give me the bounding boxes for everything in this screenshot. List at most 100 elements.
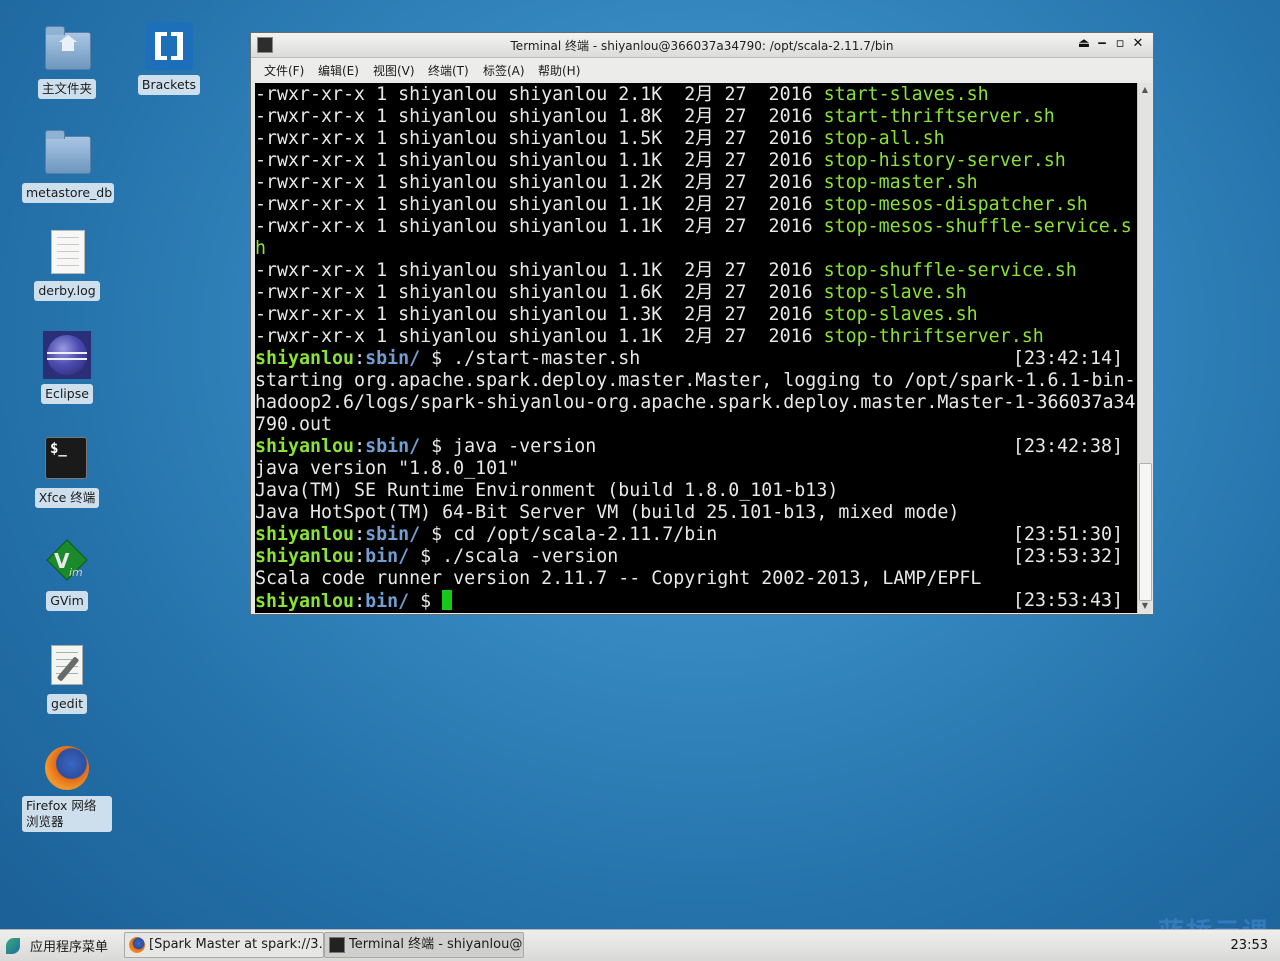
folder-icon <box>43 130 91 178</box>
gedit-icon <box>43 641 91 689</box>
menu-bar: 文件(F) 编辑(E) 视图(V) 终端(T) 标签(A) 帮助(H) <box>251 58 1153 80</box>
menu-edit[interactable]: 编辑(E) <box>318 62 359 79</box>
file-name: stop-slaves.sh <box>823 304 978 325</box>
output-line: hadoop2.6/logs/spark-shiyanlou-org.apach… <box>255 392 1136 413</box>
svg-text:V: V <box>54 549 70 573</box>
file-name: stop-master.sh <box>823 172 978 193</box>
close-button[interactable]: ✕ <box>1131 37 1145 51</box>
file-line: -rwxr-xr-x 1 shiyanlou shiyanlou 1.1K 2月… <box>255 216 1132 237</box>
file-line: h <box>255 238 266 260</box>
menu-terminal[interactable]: 终端(T) <box>428 62 469 79</box>
desktop-icon-metastore[interactable]: metastore_db <box>22 130 114 203</box>
file-name: stop-mesos-dispatcher.sh <box>823 194 1088 215</box>
output-line: Java HotSpot(TM) 64-Bit Server VM (build… <box>255 502 960 523</box>
prompt-user: shiyanlou <box>255 546 355 567</box>
menu-help[interactable]: 帮助(H) <box>538 62 580 79</box>
desktop-icon-label: 主文件夹 <box>37 79 96 99</box>
desktop-icon-derby-log[interactable]: derby.log <box>22 228 112 301</box>
window-titlebar[interactable]: Terminal 终端 - shiyanlou@366037a34790: /o… <box>251 33 1153 58</box>
desktop-icon-home[interactable]: 主文件夹 <box>22 26 112 99</box>
timestamp: [23:53:32] <box>1012 546 1123 567</box>
desktop-icon-gvim[interactable]: Vim GVim <box>22 538 112 611</box>
firefox-icon <box>129 937 145 953</box>
file-name: stop-slave.sh <box>823 282 967 303</box>
taskbar: 应用程序菜单 [Spark Master at spark://3… Termi… <box>0 929 1280 961</box>
prompt-user: shiyanlou <box>255 524 355 545</box>
maximize-button[interactable]: ▫ <box>1113 37 1127 51</box>
task-label: Terminal 终端 - shiyanlou@… <box>349 937 524 952</box>
file-name: h <box>255 238 267 259</box>
desktop-icon-label: gedit <box>47 694 87 714</box>
prompt-dir: sbin/ <box>365 524 421 545</box>
desktop-icon-firefox[interactable]: Firefox 网络浏览器 <box>22 744 112 832</box>
prompt-line: shiyanlou:bin/ $ ./scala -version [23:53:… <box>255 546 1123 567</box>
desktop-icon-label: metastore_db <box>22 183 114 203</box>
brackets-icon <box>145 22 193 70</box>
app-menu-button[interactable]: 应用程序菜单 <box>6 936 108 955</box>
command: $ cd /opt/scala-2.11.7/bin <box>420 524 718 545</box>
eclipse-icon <box>43 331 91 379</box>
xfce-logo-icon <box>6 938 20 954</box>
desktop-icon-label: derby.log <box>34 281 100 301</box>
desktop-icon-label: Brackets <box>137 75 201 95</box>
shade-button[interactable]: ⏏ <box>1077 37 1091 51</box>
command: $ ./scala -version <box>409 546 619 567</box>
file-line: -rwxr-xr-x 1 shiyanlou shiyanlou 1.6K 2月… <box>255 282 967 303</box>
file-name: start-thriftserver.sh <box>823 106 1055 127</box>
file-line: -rwxr-xr-x 1 shiyanlou shiyanlou 2.1K 2月… <box>255 84 989 105</box>
home-folder-icon <box>43 26 91 74</box>
menu-file[interactable]: 文件(F) <box>264 62 304 79</box>
desktop-icon-label: Xfce 终端 <box>34 488 100 508</box>
prompt-user: shiyanlou <box>255 436 355 457</box>
task-terminal[interactable]: Terminal 终端 - shiyanlou@… <box>324 932 524 958</box>
desktop-icon-brackets[interactable]: Brackets <box>124 22 214 95</box>
file-line: -rwxr-xr-x 1 shiyanlou shiyanlou 1.2K 2月… <box>255 172 978 193</box>
svg-text:im: im <box>69 566 83 579</box>
prompt-dir: sbin/ <box>365 436 421 457</box>
file-name: stop-shuffle-service.sh <box>823 260 1077 281</box>
minimize-button[interactable]: ‒ <box>1095 37 1109 51</box>
command: $ ./start-master.sh <box>420 348 641 369</box>
menu-view[interactable]: 视图(V) <box>373 62 415 79</box>
file-line: -rwxr-xr-x 1 shiyanlou shiyanlou 1.8K 2月… <box>255 106 1055 127</box>
timestamp: [23:51:30] <box>1012 524 1123 545</box>
menu-tabs[interactable]: 标签(A) <box>483 62 525 79</box>
scroll-up-icon[interactable]: ▲ <box>1140 85 1150 95</box>
desktop-icon-xfce-terminal[interactable]: $_ Xfce 终端 <box>22 435 112 508</box>
clock[interactable]: 23:53 <box>1231 938 1268 953</box>
prompt-line: shiyanlou:sbin/ $ ./start-master.sh [23:4… <box>255 348 1123 369</box>
task-firefox[interactable]: [Spark Master at spark://3… <box>124 932 324 958</box>
task-label: [Spark Master at spark://3… <box>149 937 324 952</box>
output-line: Scala code runner version 2.11.7 -- Copy… <box>255 568 982 589</box>
app-menu-label: 应用程序菜单 <box>30 940 109 955</box>
terminal-window[interactable]: Terminal 终端 - shiyanlou@366037a34790: /o… <box>250 32 1154 615</box>
timestamp: [23:42:14] <box>1012 348 1123 369</box>
scroll-down-icon[interactable]: ▼ <box>1140 601 1150 611</box>
file-name: stop-thriftserver.sh <box>823 326 1044 347</box>
scroll-thumb[interactable] <box>1139 463 1152 601</box>
terminal-output[interactable]: -rwxr-xr-x 1 shiyanlou shiyanlou 2.1K 2月… <box>255 83 1137 613</box>
desktop-icon-eclipse[interactable]: Eclipse <box>22 331 112 404</box>
output-line: Java(TM) SE Runtime Environment (build 1… <box>255 480 839 501</box>
prompt-line: shiyanlou:sbin/ $ cd /opt/scala-2.11.7/b… <box>255 524 1123 545</box>
text-cursor <box>442 590 453 610</box>
output-line: 790.out <box>255 414 333 435</box>
command: $ java -version <box>420 436 597 457</box>
prompt-dir: bin/ <box>365 546 410 567</box>
scrollbar[interactable]: ▲ ▼ <box>1137 83 1152 613</box>
timestamp: [23:42:38] <box>1012 436 1123 457</box>
file-line: -rwxr-xr-x 1 shiyanlou shiyanlou 1.1K 2月… <box>255 150 1066 171</box>
command: $ <box>409 591 443 612</box>
desktop-icon-label: Eclipse <box>41 384 93 404</box>
prompt-line: shiyanlou:sbin/ $ java -version [23:42:38… <box>255 436 1123 457</box>
prompt-dir: bin/ <box>365 591 410 612</box>
firefox-icon <box>43 744 91 792</box>
file-name: stop-history-server.sh <box>823 150 1066 171</box>
desktop-icon-label: GVim <box>46 591 88 611</box>
desktop-icon-gedit[interactable]: gedit <box>22 641 112 714</box>
timestamp: [23:53:43] <box>1012 590 1123 611</box>
window-title: Terminal 终端 - shiyanlou@366037a34790: /o… <box>510 39 894 53</box>
prompt-line[interactable]: shiyanlou:bin/ $ [23:53:43] <box>255 590 1137 612</box>
file-line: -rwxr-xr-x 1 shiyanlou shiyanlou 1.1K 2月… <box>255 194 1088 215</box>
output-line: starting org.apache.spark.deploy.master.… <box>255 370 1136 391</box>
